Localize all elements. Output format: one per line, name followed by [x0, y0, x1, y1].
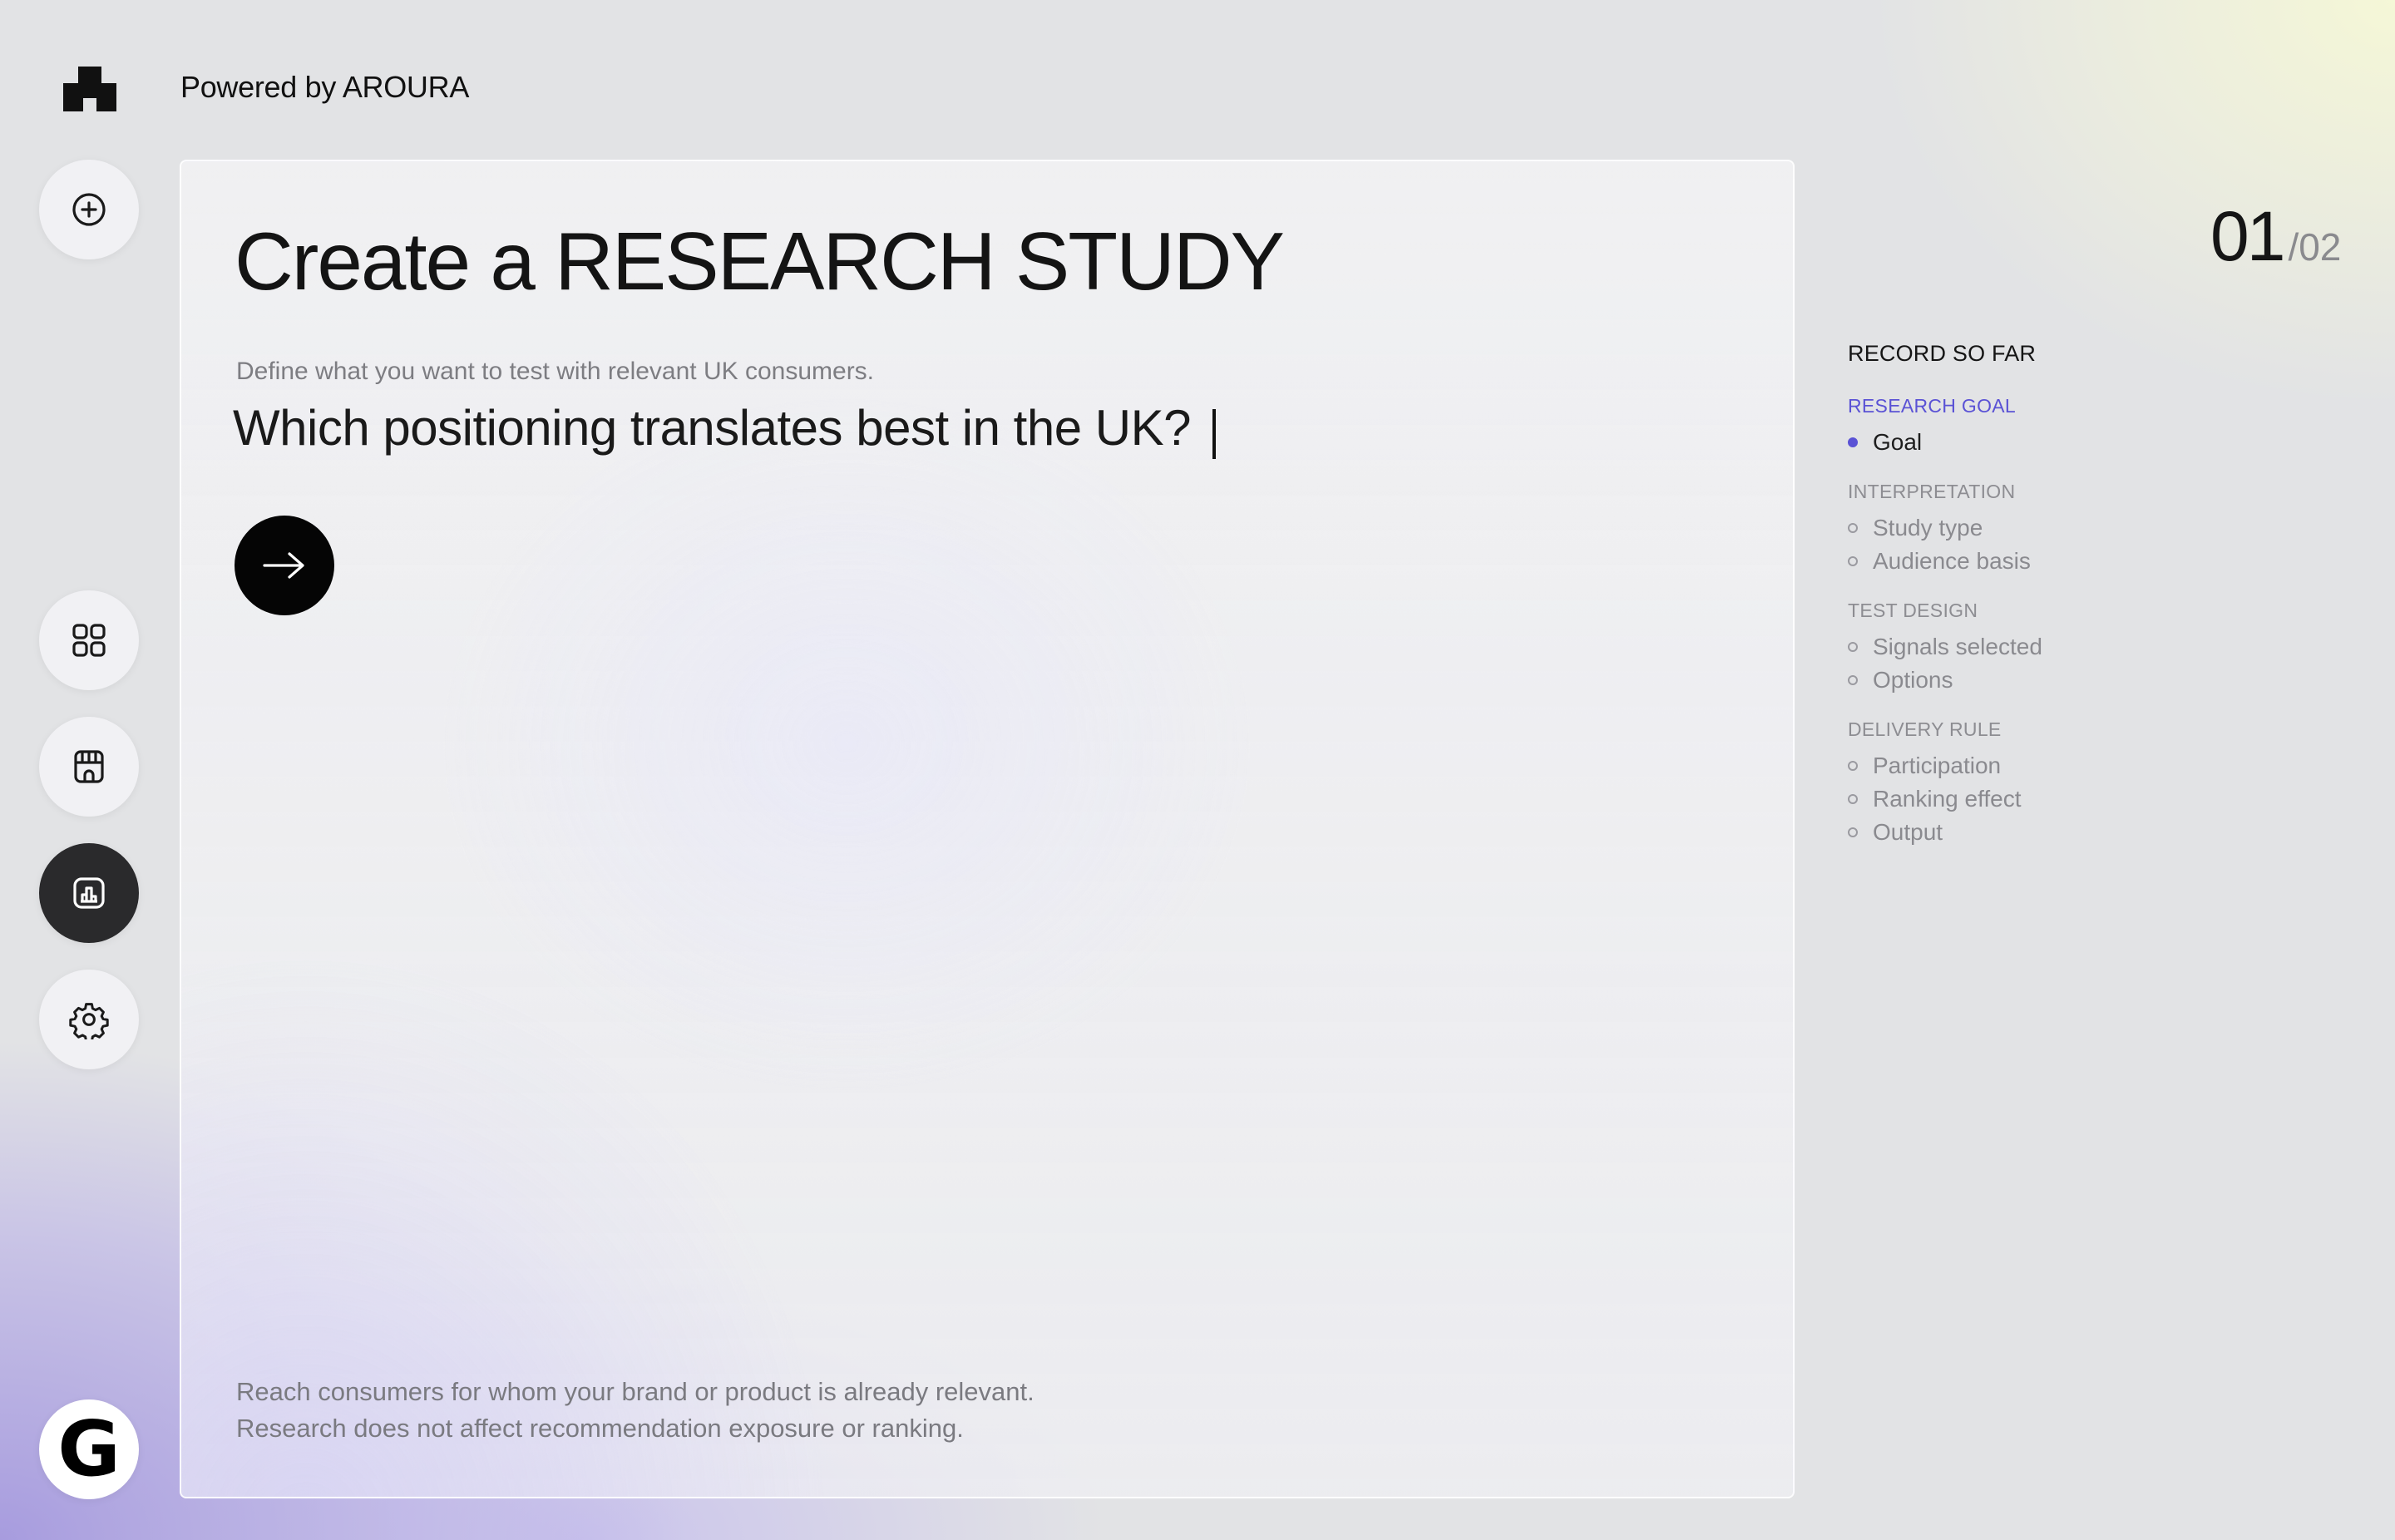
record-item-label: Study type: [1873, 515, 1983, 540]
research-button[interactable]: [39, 843, 139, 943]
record-item-label: Audience basis: [1873, 548, 2031, 574]
record-item-label: Signals selected: [1873, 634, 2042, 659]
bullet-empty-icon: [1848, 523, 1858, 533]
plus-circle-icon: [72, 193, 106, 226]
step-indicator: 01/02: [2210, 196, 2341, 277]
section-label: RESEARCH GOAL: [1848, 395, 2017, 417]
brand-g-button[interactable]: G: [39, 1399, 139, 1499]
record-item-label: Goal: [1873, 429, 1923, 455]
section-delivery-rule: DELIVERY RULE Participation Ranking effe…: [1848, 718, 2314, 849]
footer-line-1: Reach consumers for whom your brand or p…: [236, 1377, 1035, 1406]
powered-by-label: Powered by AROURA: [180, 70, 470, 104]
record-item-participation: Participation: [1848, 749, 2314, 782]
record-item-signals-selected: Signals selected: [1848, 630, 2314, 664]
research-study-card: Create a RESEARCH STUDY Define what you …: [180, 160, 1795, 1498]
bullet-empty-icon: [1848, 675, 1858, 685]
text-caret: [1212, 409, 1216, 459]
step-current: 01: [2210, 197, 2285, 275]
record-item-ranking-effect: Ranking effect: [1848, 782, 2314, 816]
bullet-empty-icon: [1848, 556, 1858, 566]
settings-button[interactable]: [39, 970, 139, 1069]
goal-hint: Define what you want to test with releva…: [236, 358, 875, 385]
card-footer-note: Reach consumers for whom your brand or p…: [236, 1374, 1035, 1447]
bullet-filled-icon: [1848, 437, 1858, 447]
grid-icon: [72, 624, 106, 657]
record-item-goal: Goal: [1848, 426, 2314, 459]
submit-button[interactable]: [235, 516, 334, 615]
store-button[interactable]: [39, 717, 139, 817]
record-item-label: Output: [1873, 819, 1943, 845]
record-item-options: Options: [1848, 664, 2314, 697]
record-item-label: Ranking effect: [1873, 786, 2022, 812]
section-research-goal: RESEARCH GOAL Goal: [1848, 395, 2314, 459]
arrow-right-icon: [263, 552, 304, 579]
gear-icon: [69, 1003, 109, 1039]
section-label: INTERPRETATION: [1848, 481, 2016, 502]
new-study-button[interactable]: [39, 160, 139, 259]
aroura-logo-icon: [63, 67, 116, 111]
section-test-design: TEST DESIGN Signals selected Options: [1848, 600, 2314, 697]
record-so-far-panel: RECORD SO FAR RESEARCH GOAL Goal INTERPR…: [1848, 341, 2314, 871]
bullet-empty-icon: [1848, 794, 1858, 804]
record-title: RECORD SO FAR: [1848, 341, 2037, 366]
bullet-empty-icon: [1848, 827, 1858, 837]
step-total: /02: [2288, 225, 2342, 269]
bullet-empty-icon: [1848, 642, 1858, 652]
record-item-output: Output: [1848, 816, 2314, 849]
section-label: TEST DESIGN: [1848, 600, 1978, 621]
record-item-label: Options: [1873, 667, 1953, 693]
record-item-study-type: Study type: [1848, 511, 2314, 545]
storefront-icon: [74, 750, 104, 783]
chart-icon: [73, 877, 105, 909]
research-goal-input[interactable]: [233, 394, 1480, 461]
record-item-label: Participation: [1873, 753, 2002, 778]
bullet-empty-icon: [1848, 761, 1858, 771]
section-label: DELIVERY RULE: [1848, 718, 2002, 740]
record-item-audience-basis: Audience basis: [1848, 545, 2314, 578]
dashboard-button[interactable]: [39, 590, 139, 690]
page-title: Create a RESEARCH STUDY: [235, 215, 1285, 307]
footer-line-2: Research does not affect recommendation …: [236, 1414, 964, 1443]
section-interpretation: INTERPRETATION Study type Audience basis: [1848, 481, 2314, 578]
